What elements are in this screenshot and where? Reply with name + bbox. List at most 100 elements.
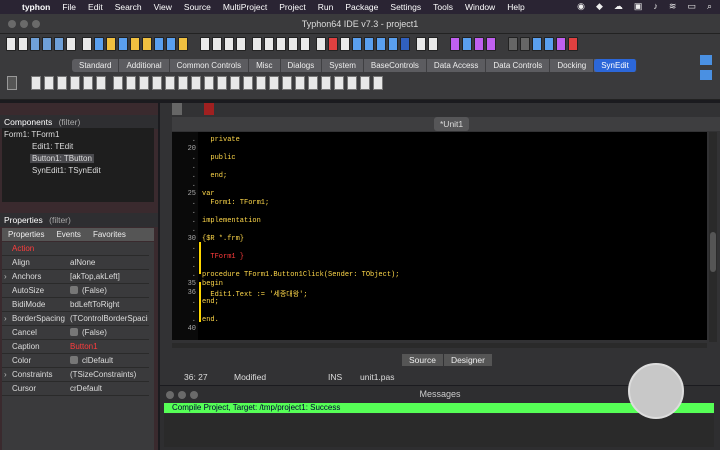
- cut-icon[interactable]: [82, 37, 92, 51]
- syncpp-component-icon[interactable]: [126, 76, 136, 90]
- property-row[interactable]: BidiMode bdLeftToRight: [2, 298, 149, 312]
- property-value[interactable]: Button1: [70, 342, 148, 351]
- battery-icon[interactable]: ▭: [687, 1, 696, 12]
- code-line[interactable]: {$R *.frm}: [202, 235, 244, 243]
- zoom-window-button[interactable]: [32, 20, 40, 28]
- save-icon[interactable]: [42, 37, 52, 51]
- property-row[interactable]: Align alNone: [2, 256, 149, 270]
- tab-basecontrols[interactable]: BaseControls: [364, 59, 427, 72]
- tab-standard[interactable]: Standard: [72, 59, 120, 72]
- tab-system[interactable]: System: [322, 59, 364, 72]
- property-row[interactable]: › Constraints (TSizeConstraints): [2, 368, 149, 382]
- tab-dialogs[interactable]: Dialogs: [281, 59, 323, 72]
- tree-item-form1[interactable]: Form1: TForm1: [4, 130, 59, 139]
- tab-docking[interactable]: Docking: [550, 59, 595, 72]
- editor-toolbar-icon[interactable]: [172, 103, 182, 115]
- menu-file[interactable]: File: [62, 2, 76, 12]
- view-units-icon[interactable]: [200, 37, 210, 51]
- goto-icon[interactable]: [166, 37, 176, 51]
- property-value[interactable]: (TSizeConstraints): [70, 370, 148, 379]
- watch-icon[interactable]: [462, 37, 472, 51]
- step-over-icon[interactable]: [544, 37, 554, 51]
- properties-filter[interactable]: (filter): [49, 215, 71, 225]
- synunix-component-icon[interactable]: [217, 76, 227, 90]
- replace-icon[interactable]: [154, 37, 164, 51]
- checkbox-icon[interactable]: [70, 286, 78, 294]
- code-line[interactable]: public: [202, 154, 235, 162]
- clean-icon[interactable]: [340, 37, 350, 51]
- synrtf-component-icon[interactable]: [96, 76, 106, 90]
- build-icon[interactable]: [300, 37, 310, 51]
- step-out-icon[interactable]: [556, 37, 566, 51]
- scroll-up-palette-icon[interactable]: [700, 55, 712, 65]
- synlfm-component-icon[interactable]: [191, 76, 201, 90]
- property-value[interactable]: clDefault: [70, 356, 148, 365]
- code-view[interactable]: . private 20 . public . . end; . 25 var …: [172, 132, 707, 340]
- syndiff-component-icon[interactable]: [204, 76, 214, 90]
- copy-icon[interactable]: [94, 37, 104, 51]
- menu-view[interactable]: View: [154, 2, 172, 12]
- find-icon[interactable]: [142, 37, 152, 51]
- menu-package[interactable]: Package: [345, 2, 378, 12]
- synmulti-component-icon[interactable]: [230, 76, 240, 90]
- close-file-icon[interactable]: [66, 37, 76, 51]
- property-row[interactable]: Caption Button1: [2, 340, 149, 354]
- pause-icon[interactable]: [508, 37, 518, 51]
- compile-icon[interactable]: [316, 37, 326, 51]
- tab-unit1[interactable]: *Unit1: [434, 117, 470, 131]
- paste-icon[interactable]: [106, 37, 116, 51]
- syncss-component-icon[interactable]: [243, 76, 253, 90]
- remove-from-project-icon[interactable]: [288, 37, 298, 51]
- property-value[interactable]: alNone: [70, 258, 148, 267]
- menu-project[interactable]: Project: [279, 2, 305, 12]
- code-line[interactable]: end;: [202, 172, 227, 180]
- checkbox-icon[interactable]: [70, 328, 78, 336]
- synsql-component-icon[interactable]: [282, 76, 292, 90]
- property-row[interactable]: AutoSize (False): [2, 284, 149, 298]
- tab-events[interactable]: Events: [50, 228, 86, 241]
- package-graph-icon[interactable]: [376, 37, 386, 51]
- synphp-component-icon[interactable]: [256, 76, 266, 90]
- synhighlighter-component-icon[interactable]: [57, 76, 67, 90]
- tab-properties[interactable]: Properties: [2, 228, 50, 241]
- add-to-project-icon[interactable]: [276, 37, 286, 51]
- stop-icon[interactable]: [520, 37, 530, 51]
- project-options-icon[interactable]: [252, 37, 262, 51]
- undo-icon[interactable]: [118, 37, 128, 51]
- menu-settings[interactable]: Settings: [390, 2, 421, 12]
- project-inspector-icon[interactable]: [264, 37, 274, 51]
- code-line[interactable]: Form1: TForm1;: [202, 199, 269, 207]
- close-window-button[interactable]: [8, 20, 16, 28]
- cloud-icon[interactable]: ☁: [614, 1, 623, 12]
- synpas-component-icon[interactable]: [113, 76, 123, 90]
- spotlight-icon[interactable]: ⌕: [707, 1, 712, 12]
- tab-misc[interactable]: Misc: [249, 59, 281, 72]
- tree-item-edit1[interactable]: Edit1: TEdit: [32, 142, 73, 151]
- new-project-icon[interactable]: [236, 37, 246, 51]
- code-line[interactable]: end.: [202, 316, 219, 324]
- install-package-icon[interactable]: [364, 37, 374, 51]
- property-value[interactable]: [akTop,akLeft]: [70, 272, 148, 281]
- menu-run[interactable]: Run: [318, 2, 334, 12]
- tab-additional[interactable]: Additional: [119, 59, 170, 72]
- tree-item-button1[interactable]: Button1: TButton: [30, 154, 94, 163]
- code-line[interactable]: procedure TForm1.Button1Click(Sender: TO…: [202, 271, 399, 279]
- property-row[interactable]: Color clDefault: [2, 354, 149, 368]
- vertical-scrollbar[interactable]: [709, 132, 717, 342]
- synini-component-icon[interactable]: [347, 76, 357, 90]
- inspect-icon[interactable]: [474, 37, 484, 51]
- tab-favorites[interactable]: Favorites: [87, 228, 132, 241]
- expand-arrow-icon[interactable]: ›: [4, 272, 7, 281]
- synpo-component-icon[interactable]: [360, 76, 370, 90]
- breakpoint-icon[interactable]: [450, 37, 460, 51]
- menu-multiproject[interactable]: MultiProject: [223, 2, 267, 12]
- menu-help[interactable]: Help: [507, 2, 524, 12]
- scrollbar-thumb[interactable]: [710, 232, 716, 272]
- menu-search[interactable]: Search: [115, 2, 142, 12]
- view-forms-icon[interactable]: [212, 37, 222, 51]
- synbat-component-icon[interactable]: [334, 76, 344, 90]
- property-row[interactable]: Cancel (False): [2, 326, 149, 340]
- synhtml-component-icon[interactable]: [83, 76, 93, 90]
- syntex-component-icon[interactable]: [269, 76, 279, 90]
- tab-data-access[interactable]: Data Access: [427, 59, 487, 72]
